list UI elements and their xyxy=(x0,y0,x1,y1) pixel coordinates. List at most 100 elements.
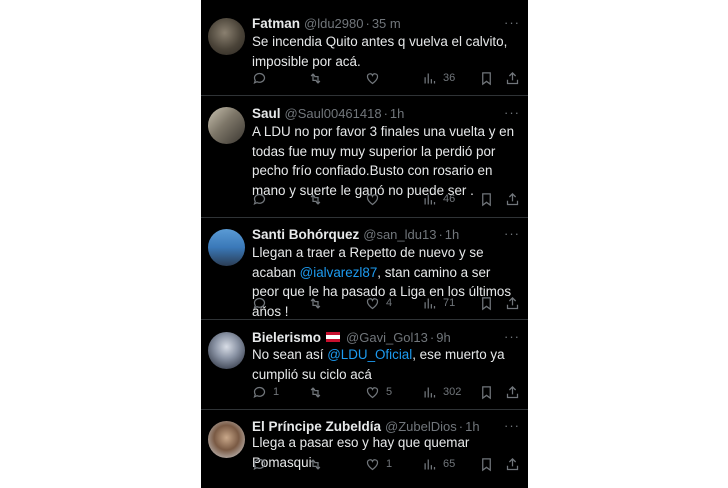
like-button[interactable]: 5 xyxy=(365,383,392,401)
handle[interactable]: @Saul00461418 xyxy=(285,106,382,121)
reply-icon xyxy=(253,193,266,205)
tweet[interactable]: El Príncipe Zubeldía @ZubelDios · 1h ···… xyxy=(201,410,528,488)
views-chart-icon xyxy=(424,459,436,469)
timestamp[interactable]: 1h xyxy=(390,106,404,121)
views-count: 36 xyxy=(443,72,456,84)
tweet-header: Saul @Saul00461418 · 1h xyxy=(252,104,520,122)
share-button[interactable] xyxy=(505,455,520,473)
views-count: 65 xyxy=(443,458,456,470)
retweet-button[interactable] xyxy=(308,383,329,401)
more-options-icon[interactable]: ··· xyxy=(504,104,520,122)
share-button[interactable] xyxy=(505,294,520,312)
reply-button[interactable] xyxy=(252,455,273,473)
views-chart-icon xyxy=(424,387,436,397)
views-button[interactable]: 36 xyxy=(422,69,455,87)
mention-link[interactable]: @LDU_Oficial xyxy=(327,347,412,362)
share-icon xyxy=(506,296,519,309)
heart-icon xyxy=(366,297,379,309)
more-options-icon[interactable]: ··· xyxy=(504,14,520,32)
handle[interactable]: @Gavi_Gol13 xyxy=(346,330,428,345)
views-button[interactable]: 65 xyxy=(422,455,455,473)
bookmark-button[interactable] xyxy=(479,294,494,312)
tweet[interactable]: Bielerismo @Gavi_Gol13 · 9h ··· No sean … xyxy=(201,320,528,410)
like-button[interactable]: 4 xyxy=(365,294,392,312)
timestamp[interactable]: 1h xyxy=(445,227,459,242)
reply-button[interactable]: 1 xyxy=(252,383,279,401)
avatar[interactable] xyxy=(208,229,245,266)
reply-count: 1 xyxy=(273,386,280,398)
avatar[interactable] xyxy=(208,421,245,458)
timestamp[interactable]: 35 m xyxy=(372,16,401,31)
display-name[interactable]: El Príncipe Zubeldía xyxy=(252,419,381,434)
tweet-header: Bielerismo @Gavi_Gol13 · 9h xyxy=(252,328,520,346)
retweet-button[interactable] xyxy=(308,69,329,87)
display-name[interactable]: Saul xyxy=(252,106,281,121)
more-options-icon[interactable]: ··· xyxy=(504,328,520,346)
reply-icon xyxy=(253,386,266,398)
like-button[interactable]: 1 xyxy=(365,455,392,473)
retweet-icon xyxy=(310,72,321,84)
tweet-header: Santi Bohórquez @san_ldu13 · 1h xyxy=(252,225,520,243)
reply-icon xyxy=(253,458,266,470)
avatar[interactable] xyxy=(208,107,245,144)
views-count: 46 xyxy=(443,193,456,205)
views-count: 71 xyxy=(443,297,456,309)
heart-icon xyxy=(366,193,379,205)
display-name[interactable]: Bielerismo xyxy=(252,330,321,345)
retweet-button[interactable] xyxy=(308,190,329,208)
bookmark-icon xyxy=(482,71,491,85)
share-icon xyxy=(506,192,519,205)
timestamp[interactable]: 9h xyxy=(436,330,450,345)
tweet-text: Se incendia Quito antes q vuelva el calv… xyxy=(252,34,508,69)
austria-flag-icon xyxy=(326,332,341,342)
bookmark-button[interactable] xyxy=(479,190,494,208)
views-button[interactable]: 302 xyxy=(422,383,461,401)
reply-button[interactable] xyxy=(252,294,273,312)
share-icon xyxy=(506,457,519,470)
timestamp[interactable]: 1h xyxy=(465,419,479,434)
like-count: 5 xyxy=(386,386,393,398)
handle[interactable]: @ldu2980 xyxy=(304,16,363,31)
display-name[interactable]: Fatman xyxy=(252,16,300,31)
handle[interactable]: @san_ldu13 xyxy=(363,227,436,242)
tweet-text-part: No sean así xyxy=(252,347,328,362)
avatar[interactable] xyxy=(208,18,245,55)
tweet[interactable]: Fatman @ldu2980 · 35 m ··· Se incendia Q… xyxy=(201,0,528,96)
share-button[interactable] xyxy=(505,69,520,87)
more-options-icon[interactable]: ··· xyxy=(504,225,520,243)
handle[interactable]: @ZubelDios xyxy=(385,419,457,434)
tweet-actions: 4 71 xyxy=(252,294,520,312)
like-button[interactable] xyxy=(365,190,386,208)
separator: · xyxy=(383,105,388,121)
views-button[interactable]: 71 xyxy=(422,294,455,312)
retweet-button[interactable] xyxy=(308,294,329,312)
bookmark-icon xyxy=(482,192,491,206)
like-count: 1 xyxy=(386,458,393,470)
separator: · xyxy=(365,15,370,31)
reply-icon xyxy=(253,72,266,84)
tweet-header: Fatman @ldu2980 · 35 m xyxy=(252,14,520,32)
like-button[interactable] xyxy=(365,69,386,87)
bookmark-button[interactable] xyxy=(479,69,494,87)
share-button[interactable] xyxy=(505,383,520,401)
bookmark-button[interactable] xyxy=(479,455,494,473)
reply-button[interactable] xyxy=(252,69,273,87)
mention-link[interactable]: @ialvarezl87 xyxy=(300,265,378,280)
views-chart-icon xyxy=(424,194,436,204)
views-button[interactable]: 46 xyxy=(422,190,455,208)
tweet-actions: 46 xyxy=(252,190,520,208)
heart-icon xyxy=(366,72,379,84)
retweet-icon xyxy=(310,386,321,398)
tweet[interactable]: Santi Bohórquez @san_ldu13 · 1h ··· Lleg… xyxy=(201,218,528,320)
share-button[interactable] xyxy=(505,190,520,208)
tweet[interactable]: Saul @Saul00461418 · 1h ··· A LDU no por… xyxy=(201,96,528,218)
reply-button[interactable] xyxy=(252,190,273,208)
retweet-button[interactable] xyxy=(308,455,329,473)
retweet-icon xyxy=(310,458,321,470)
avatar[interactable] xyxy=(208,332,245,369)
views-chart-icon xyxy=(424,298,436,308)
bookmark-button[interactable] xyxy=(479,383,494,401)
display-name[interactable]: Santi Bohórquez xyxy=(252,227,359,242)
separator: · xyxy=(429,329,435,345)
share-icon xyxy=(506,385,519,398)
